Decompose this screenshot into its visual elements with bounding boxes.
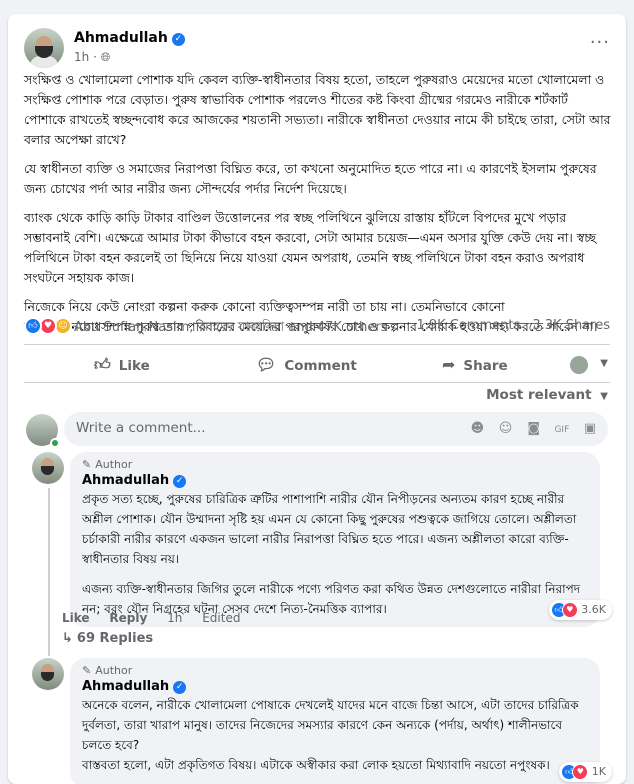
shares-count[interactable]: 3.3K Shares	[532, 318, 610, 333]
comment-input[interactable]	[76, 420, 336, 436]
comment-button[interactable]: 💬︎ Comment	[256, 348, 357, 382]
comment-time[interactable]: 1h	[167, 611, 182, 625]
online-status-icon	[50, 438, 60, 448]
comment-actions: Like Reply 1h Edited	[62, 611, 256, 625]
comment-bubble: ✎ Author Ahmadullah ✓ অনেকে বলেন, নারীকে খ…	[70, 658, 600, 784]
comment-paragraph: অনেকে বলেন, নারীকে খোলামেলা পোষাকে দেখলে…	[82, 698, 579, 752]
author-avatar[interactable]	[24, 28, 64, 68]
reply-arrow-icon: ↳	[62, 631, 73, 646]
comment-sort-dropdown[interactable]: Most relevant ▼	[486, 387, 608, 403]
comment-author-row[interactable]: Ahmadullah ✓	[82, 679, 588, 694]
post-as-avatar[interactable]	[570, 356, 588, 374]
avatar-sticker-icon[interactable]: ☻	[467, 419, 487, 439]
comment-text: প্রকৃত সত্য হচ্ছে, পুরুষের চারিত্রিক ত্র…	[82, 489, 588, 619]
thumbs-up-icon: 👍︎	[94, 355, 111, 374]
post-time[interactable]: 1h	[74, 50, 89, 64]
comment-reaction-count: 1K	[591, 765, 606, 778]
author-badge-label: Author	[95, 664, 133, 677]
composer-tools: ☻ ☺ ◙ GIF ▣	[463, 419, 600, 440]
post-paragraph: যে স্বাধীনতা ব্যক্তি ও সমাজের নিরাপত্তা …	[24, 161, 597, 196]
verified-badge-icon: ✓	[173, 475, 187, 488]
love-reaction-icon: ♥	[561, 602, 578, 618]
pen-icon: ✎	[82, 664, 92, 677]
comment-reaction-count: 3.6K	[581, 603, 606, 616]
comment-avatar[interactable]	[32, 658, 64, 690]
reactors-text[interactable]: Abu Sufian Nasim, আহমদ যাকারিয়া and 47K…	[74, 318, 387, 339]
comment-author[interactable]: Ahmadullah	[82, 679, 169, 694]
like-button[interactable]: 👍︎ Like	[94, 348, 150, 382]
replies-label: 69 Replies	[76, 631, 154, 646]
author-name[interactable]: Ahmadullah	[74, 30, 168, 46]
comment-text: অনেকে বলেন, নারীকে খোলামেলা পোষাকে দেখলে…	[82, 695, 588, 775]
author-badge: ✎ Author	[82, 664, 588, 677]
comments-count[interactable]: 1.9K Comments	[416, 318, 520, 333]
comment-reactions[interactable]: 👍︎ ♥ 3.6K	[548, 600, 612, 620]
comment-avatar[interactable]	[32, 452, 64, 484]
emoji-icon[interactable]: ☺	[496, 419, 516, 439]
share-label: Share	[463, 358, 508, 374]
sort-label: Most relevant	[486, 387, 592, 403]
comment-like-button[interactable]: Like	[62, 611, 90, 625]
like-label: Like	[118, 358, 150, 374]
chevron-down-icon: ▼	[600, 391, 608, 402]
divider	[24, 382, 610, 383]
comment-paragraph: বাস্তবতা হলো, এটা প্রকৃতিগত বিষয়। এটাকে…	[82, 758, 550, 772]
post-card: Ahmadullah ✓ 1h · 🌐︎ ··· সংক্ষিপ্ত ও খোলা…	[8, 14, 626, 784]
comment-author[interactable]: Ahmadullah	[82, 473, 169, 488]
pen-icon: ✎	[82, 458, 92, 471]
globe-icon: 🌐︎	[100, 50, 111, 64]
comment-icon: 💬︎	[256, 355, 277, 374]
share-icon: ➦	[442, 355, 456, 374]
verified-badge-icon: ✓	[171, 33, 185, 46]
verified-badge-icon: ✓	[173, 681, 187, 694]
post-text: সংক্ষিপ্ত ও খোলামেলা পোশাক যদি কেবল ব্যক…	[24, 70, 612, 346]
gif-icon[interactable]: GIF	[552, 420, 572, 440]
comment-edited[interactable]: Edited	[202, 611, 240, 625]
view-replies-button[interactable]: ↳ 69 Replies	[62, 631, 153, 646]
chevron-down-icon[interactable]: ▼	[600, 358, 608, 369]
engagement-counts: 1.9K Comments 3.3K Shares	[408, 318, 610, 333]
love-reaction-icon: ♥	[572, 764, 589, 780]
post-header: Ahmadullah ✓ 1h · 🌐︎ ···	[24, 28, 610, 72]
camera-icon[interactable]: ◙	[524, 419, 544, 439]
comment-reply-button[interactable]: Reply	[109, 611, 147, 625]
comment-bubble: ✎ Author Ahmadullah ✓ প্রকৃত সত্য হচ্ছে, প…	[70, 452, 600, 627]
post-action-bar: 👍︎ Like 💬︎ Comment ➦ Share ▼	[24, 348, 610, 382]
comment-composer[interactable]: ☻ ☺ ◙ GIF ▣	[64, 412, 608, 446]
comment-paragraph: প্রকৃত সত্য হচ্ছে, পুরুষের চারিত্রিক ত্র…	[82, 492, 577, 566]
author-badge: ✎ Author	[82, 458, 588, 471]
post-meta: 1h · 🌐︎	[74, 50, 111, 64]
like-reaction-icon: 👍︎	[24, 317, 42, 335]
sticker-icon[interactable]: ▣	[580, 419, 600, 439]
reaction-icons[interactable]: ☺ ♥ 👍︎	[24, 317, 72, 335]
post-paragraph: ব্যাংক থেকে কাড়ি কাড়ি টাকার বাণ্ডিল উত…	[24, 210, 596, 285]
post-paragraph: সংক্ষিপ্ত ও খোলামেলা পোশাক যদি কেবল ব্যক…	[24, 72, 611, 147]
thread-line	[48, 488, 50, 656]
comment-author-row[interactable]: Ahmadullah ✓	[82, 473, 588, 488]
author-badge-label: Author	[95, 458, 133, 471]
reactions-summary: ☺ ♥ 👍︎ Abu Sufian Nasim, আহমদ যাকারিয়া …	[24, 316, 610, 338]
author-name-row[interactable]: Ahmadullah ✓	[74, 30, 185, 46]
share-button[interactable]: ➦ Share	[442, 348, 508, 382]
comment-reactions[interactable]: 👍︎ ♥ 1K	[559, 762, 612, 782]
more-options-icon[interactable]: ···	[590, 32, 610, 53]
divider	[24, 344, 610, 345]
comment-label: Comment	[284, 358, 357, 374]
